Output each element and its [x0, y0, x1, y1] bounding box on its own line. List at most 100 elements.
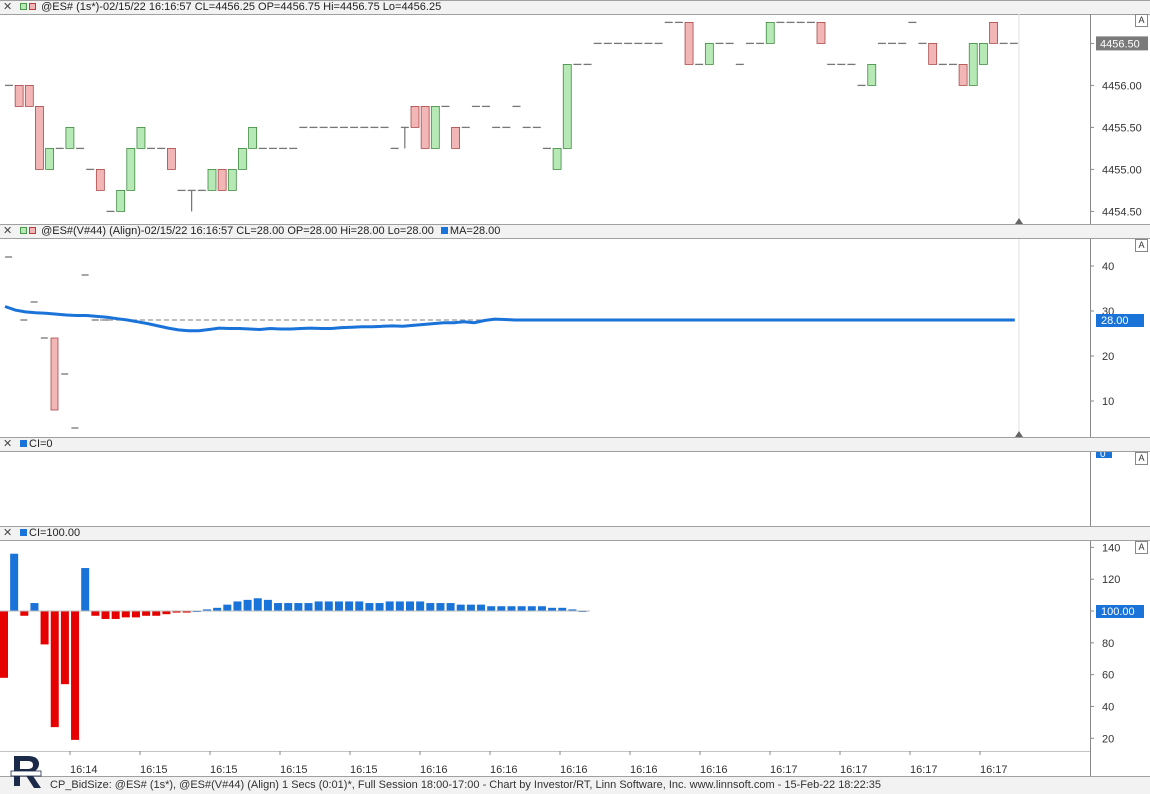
price-axis-tick-label: 4455.50: [1102, 122, 1142, 134]
volume-chart[interactable]: 4030201028.00: [0, 239, 1150, 437]
ci-bar-positive: [263, 599, 272, 611]
ci-bar-negative: [60, 611, 69, 685]
ci-bar-negative: [50, 611, 59, 728]
price-pane-title: @ES# (1s*)-02/15/22 16:16:57 CL=4456.25 …: [20, 1, 441, 14]
axis-separator: [1090, 452, 1091, 526]
ci-bar-positive: [466, 604, 475, 611]
up-candle-swatch-icon: [20, 3, 27, 10]
time-axis-label: 16:15: [280, 764, 308, 776]
ma-line: [4, 305, 1015, 333]
ci100-axis-tick-label: 140: [1102, 542, 1120, 554]
investor-rt-logo: [10, 756, 42, 788]
candle-down: [35, 106, 44, 170]
axis-separator: [1090, 14, 1091, 224]
close-icon[interactable]: ✕: [3, 437, 12, 450]
status-bar: CP_BidSize: @ES# (1s*), @ES#(V#44) (Alig…: [0, 776, 1150, 794]
candle-up: [704, 42, 714, 65]
ci100-axis-tick-label: 40: [1102, 701, 1114, 713]
time-axis: 16:14 16:15 16:15 16:15 16:15 16:16 16:16 16:16…: [0, 751, 1090, 776]
axis-separator: [1090, 541, 1091, 776]
price-chart[interactable]: 4456.504456.004455.504455.004454.504456.…: [0, 14, 1150, 224]
candle-up: [968, 42, 978, 86]
ci-swatch-icon: [20, 529, 27, 536]
time-axis-label: 16:17: [910, 764, 938, 776]
ci-bar-positive: [497, 606, 506, 611]
ci-bar-positive: [355, 601, 364, 611]
ci-bar-positive: [385, 601, 394, 611]
candle-up: [65, 127, 75, 149]
axis-separator: [1090, 239, 1091, 437]
candle-up: [207, 168, 217, 191]
close-icon[interactable]: ✕: [3, 224, 12, 237]
ci0-chart[interactable]: 0: [0, 452, 1150, 526]
ci-swatch-icon: [20, 440, 27, 447]
ci100-axis-tick-label: 120: [1102, 574, 1120, 586]
time-axis-label: 16:17: [840, 764, 868, 776]
time-axis-label: 16:16: [630, 764, 658, 776]
volume-axis-tick-label: 20: [1102, 351, 1114, 363]
ci-bar-positive: [314, 601, 323, 611]
ci-bar-negative: [131, 611, 140, 618]
price-pane-header: ✕ @ES# (1s*)-02/15/22 16:16:57 CL=4456.2…: [0, 0, 1150, 15]
candle-up: [979, 42, 988, 65]
candle-up: [430, 106, 440, 149]
time-axis-label: 16:15: [350, 764, 378, 776]
down-candle-swatch-icon: [29, 3, 36, 10]
candle-up: [126, 147, 136, 191]
volume-axis-tick-label: 10: [1102, 396, 1114, 408]
candle-up: [45, 147, 54, 170]
ci0-header-text: CI=0: [29, 438, 53, 450]
ci-bar-positive: [406, 601, 414, 611]
ci-bar-positive: [304, 603, 313, 611]
ci-bar-negative: [0, 611, 8, 678]
candle-down: [451, 127, 461, 149]
candle-down: [95, 168, 105, 191]
ci100-axis-tick-label: 60: [1102, 670, 1114, 682]
ma-swatch-icon: [440, 227, 448, 234]
ci-bar-negative: [40, 611, 49, 645]
time-axis-label: 16:16: [420, 764, 448, 776]
ci-bar-positive: [517, 606, 526, 611]
ci100-chart[interactable]: 14012010080604020100.00: [0, 541, 1150, 751]
volume-pane-title: @ES#(V#44) (Align)-02/15/22 16:16:57 CL=…: [20, 225, 500, 238]
ci-bar-positive: [436, 603, 445, 611]
candle-down: [14, 85, 24, 107]
ci-bar-positive: [274, 603, 283, 611]
ci-bar-positive: [456, 604, 465, 611]
ci100-axis-tick-label: 80: [1102, 638, 1114, 650]
ci-bar-positive: [487, 606, 496, 611]
ci-bar-positive: [233, 601, 242, 611]
time-axis-label: 16:15: [140, 764, 168, 776]
ci-bar-positive: [253, 598, 262, 611]
ci-bar-positive: [375, 603, 384, 611]
ci-bar-positive: [365, 603, 374, 611]
volume-header-text: @ES#(V#44) (Align)-02/15/22 16:16:57 CL=…: [41, 225, 434, 237]
ci-bar-positive: [30, 603, 39, 611]
close-icon[interactable]: ✕: [3, 526, 12, 539]
ci-bar-positive: [284, 603, 293, 611]
price-axis-tick-label: 4454.50: [1102, 206, 1142, 218]
ci-bar-negative: [152, 611, 161, 616]
ci-bar-negative: [111, 611, 120, 619]
ci-bar-positive: [81, 568, 90, 611]
ci-bar-positive: [395, 601, 404, 611]
time-axis-label: 16:15: [210, 764, 238, 776]
close-icon[interactable]: ✕: [3, 0, 12, 13]
ci100-header-text: CI=100.00: [29, 527, 81, 539]
ci-bar-positive: [537, 606, 546, 611]
ci-bar-positive: [223, 604, 232, 611]
volume-current-value-label: 28.00: [1101, 315, 1129, 327]
up-candle-swatch-icon: [20, 227, 27, 234]
candle-up: [867, 64, 877, 86]
volume-axis-tick-label: 40: [1102, 261, 1114, 273]
candle-down: [410, 106, 420, 128]
time-axis-label: 16:16: [700, 764, 728, 776]
ci-bar-negative: [71, 611, 80, 740]
time-axis-label: 16:14: [70, 764, 98, 776]
candle-down: [217, 168, 227, 191]
ci-bar-positive: [243, 599, 252, 611]
candle-up: [765, 21, 775, 44]
ci0-current-value-label: 0: [1100, 452, 1106, 460]
candle-up: [136, 127, 146, 149]
candle-up: [562, 64, 572, 149]
